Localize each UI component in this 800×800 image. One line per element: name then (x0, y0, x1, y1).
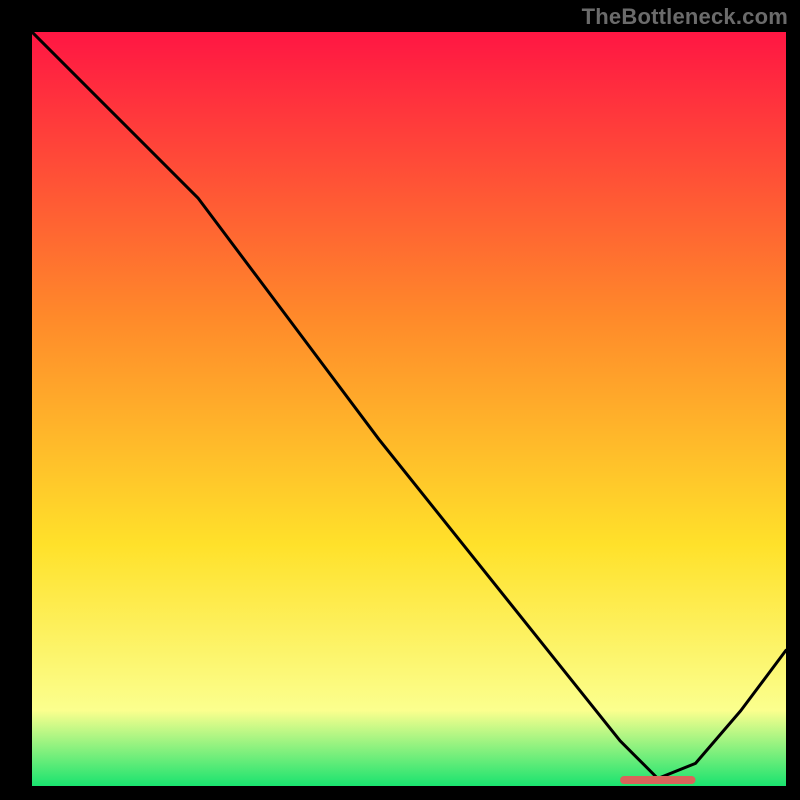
plot-area (32, 32, 786, 786)
chart-frame: TheBottleneck.com (0, 0, 800, 800)
chart-svg (32, 32, 786, 786)
watermark-text: TheBottleneck.com (582, 4, 788, 30)
optimal-range-marker (620, 776, 695, 784)
